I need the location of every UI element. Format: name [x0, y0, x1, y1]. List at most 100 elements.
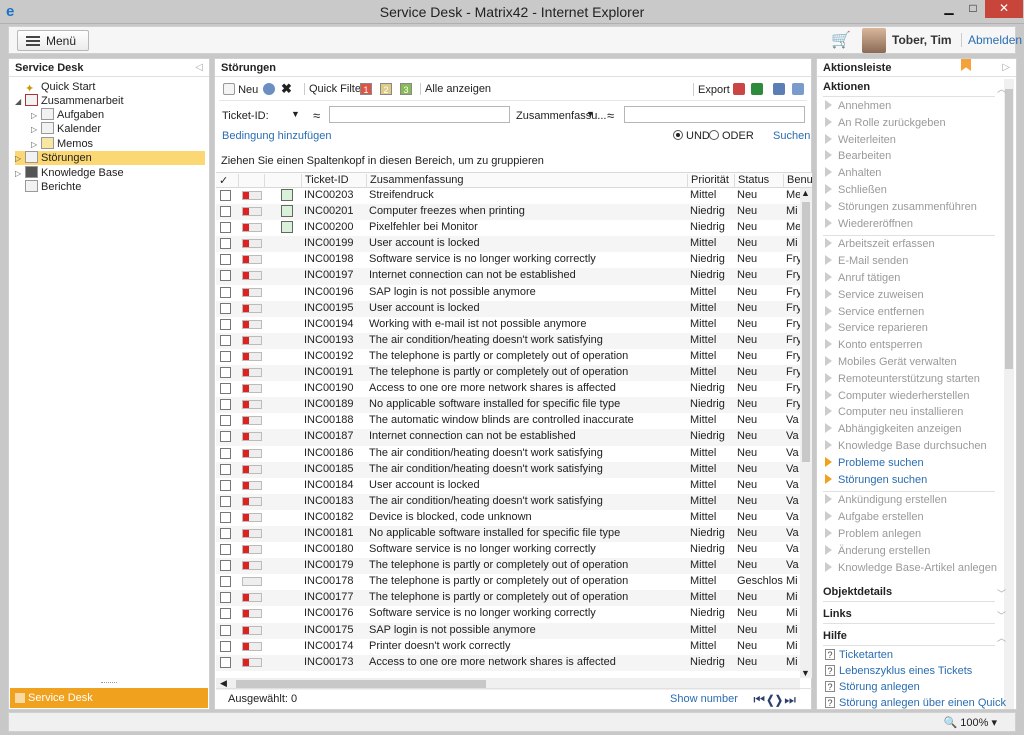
tree-item-quick-start[interactable]: ✦ Quick Start	[15, 80, 95, 95]
table-row[interactable]: INC00173 Access to one ore more network s…	[216, 654, 800, 671]
logout-link[interactable]: Abmelden	[961, 33, 1022, 47]
action-item[interactable]: Knowledge Base durchsuchen	[825, 440, 987, 452]
row-checkbox[interactable]	[220, 399, 231, 411]
row-checkbox[interactable]	[220, 511, 231, 523]
table-row[interactable]: INC00195 User account is locked Mittel Neu F…	[216, 300, 800, 317]
action-item[interactable]: Remoteunterstützung starten	[825, 372, 980, 385]
maximize-button[interactable]: □	[962, 0, 984, 18]
chevron-up-icon[interactable]: ︿	[997, 631, 1006, 644]
zoom-control[interactable]: 🔍 100% ▾	[944, 716, 998, 729]
new-button[interactable]: Neu	[223, 83, 258, 96]
layout-button[interactable]	[773, 83, 785, 96]
row-checkbox[interactable]	[220, 592, 231, 604]
help-section-title[interactable]: Hilfe	[823, 630, 847, 642]
ticket-id-input[interactable]	[329, 106, 510, 123]
tree-item-knowledge-base[interactable]: ▷ Knowledge Base	[15, 166, 124, 180]
menu-button[interactable]: Menü	[17, 30, 89, 51]
priority-indicator-column[interactable]	[238, 174, 264, 188]
grid-horizontal-scroll-thumb[interactable]	[236, 680, 486, 688]
shopping-cart-icon[interactable]: 🛒	[831, 30, 853, 50]
action-item[interactable]: Annehmen	[825, 100, 891, 112]
action-item[interactable]: Computer neu installieren	[825, 406, 963, 418]
chevron-down-icon[interactable]: ﹀	[997, 609, 1006, 622]
table-row[interactable]: INC00185 The air condition/heating doesn'…	[216, 461, 800, 478]
table-row[interactable]: INC00177 The telephone is partly or compl…	[216, 590, 800, 607]
row-checkbox[interactable]	[220, 415, 231, 427]
note-column[interactable]	[264, 174, 284, 188]
row-checkbox[interactable]	[220, 238, 231, 250]
or-radio[interactable]: ODER	[709, 130, 754, 142]
summary-operator[interactable]: ≈	[607, 108, 614, 123]
action-item[interactable]: Anruf tätigen	[825, 272, 900, 284]
action-item[interactable]: Arbeitszeit erfassen	[825, 238, 935, 250]
help-link[interactable]: ? Störung anlegen über einen Quick	[825, 697, 1006, 709]
action-item[interactable]: Knowledge Base-Artikel anlegen	[825, 561, 997, 574]
splitter-grip[interactable]	[101, 682, 117, 686]
row-checkbox[interactable]	[220, 350, 231, 362]
column-priority[interactable]: Priorität	[687, 174, 735, 188]
service-desk-footer-button[interactable]: Service Desk	[10, 688, 208, 708]
action-item[interactable]: Probleme suchen	[825, 456, 924, 469]
chevron-up-icon[interactable]: ︿	[997, 82, 1006, 95]
table-row[interactable]: INC00182 Device is blocked, code unknown M…	[216, 510, 800, 526]
table-row[interactable]: INC00186 The air condition/heating doesn'…	[216, 446, 800, 462]
action-item[interactable]: Abhängigkeiten anzeigen	[825, 423, 962, 435]
table-row[interactable]: INC00178 The telephone is partly or compl…	[216, 574, 800, 590]
row-checkbox[interactable]	[220, 190, 231, 201]
actions-section-title[interactable]: Aktionen	[823, 81, 870, 93]
row-checkbox[interactable]	[220, 544, 231, 556]
action-bar-scroll-thumb[interactable]	[1005, 89, 1013, 369]
select-all-column[interactable]: ✓	[216, 174, 238, 188]
scroll-up-icon[interactable]: ▲	[801, 188, 810, 198]
first-page-icon[interactable]: ⏮	[753, 692, 767, 707]
action-item[interactable]: Service zuweisen	[825, 288, 924, 301]
table-row[interactable]: INC00197 Internet connection can not be e…	[216, 268, 800, 285]
excel-export-button[interactable]	[751, 83, 763, 96]
table-row[interactable]: INC00184 User account is locked Mittel Neu V…	[216, 478, 800, 494]
action-item[interactable]: Computer wiederherstellen	[825, 389, 969, 402]
table-row[interactable]: INC00176 Software service is no longer wo…	[216, 606, 800, 622]
table-row[interactable]: INC00189 No applicable software installed…	[216, 397, 800, 414]
ticket-field-dropdown[interactable]: ▼	[291, 109, 300, 119]
help-link[interactable]: ? Störung anlegen	[825, 681, 920, 693]
collapse-left-icon[interactable]: ◁	[195, 62, 203, 73]
user-avatar[interactable]	[862, 28, 886, 53]
action-item[interactable]: Mobiles Gerät verwalten	[825, 356, 957, 368]
row-checkbox[interactable]	[220, 383, 231, 395]
row-checkbox[interactable]	[220, 286, 231, 298]
action-item[interactable]: Service entfernen	[825, 305, 924, 318]
minimize-button[interactable]: ▁	[938, 0, 960, 18]
action-item[interactable]: Problem anlegen	[825, 528, 921, 540]
summary-field-dropdown[interactable]: ▼	[586, 109, 595, 119]
row-checkbox[interactable]	[220, 254, 231, 266]
export-button[interactable]: Export	[693, 83, 745, 96]
table-row[interactable]: INC00183 The air condition/heating doesn'…	[216, 493, 800, 510]
row-checkbox[interactable]	[220, 624, 231, 636]
chevron-down-icon[interactable]: ﹀	[997, 587, 1006, 600]
row-checkbox[interactable]	[220, 334, 231, 346]
action-item[interactable]: Weiterleiten	[825, 133, 896, 146]
action-item[interactable]: Service reparieren	[825, 322, 928, 334]
help-link[interactable]: ? Ticketarten	[825, 649, 893, 661]
zoom-dropdown-icon[interactable]: ▾	[991, 717, 997, 729]
tree-item-aufgaben[interactable]: ▷ Aufgaben	[31, 108, 104, 122]
row-checkbox[interactable]	[220, 495, 231, 507]
table-row[interactable]: INC00192 The telephone is partly or compl…	[216, 349, 800, 365]
help-link[interactable]: ? Lebenszyklus eines Tickets	[825, 665, 972, 677]
table-row[interactable]: INC00201 Computer freezes when printing Ni…	[216, 204, 800, 221]
action-item[interactable]: Anhalten	[825, 167, 881, 179]
table-row[interactable]: INC00194 Working with e-mail ist not poss…	[216, 317, 800, 333]
action-item[interactable]: An Rolle zurückgeben	[825, 116, 946, 129]
column-status[interactable]: Status	[734, 174, 784, 188]
table-row[interactable]: INC00180 Software service is no longer wo…	[216, 542, 800, 558]
add-condition-link[interactable]: Bedingung hinzufügen	[222, 130, 331, 142]
table-row[interactable]: INC00181 No applicable software installed…	[216, 525, 800, 543]
table-row[interactable]: INC00188 The automatic window blinds are …	[216, 413, 800, 429]
close-window-button[interactable]: ✕	[985, 0, 1023, 18]
table-row[interactable]: INC00187 Internet connection can not be e…	[216, 429, 800, 446]
row-checkbox[interactable]	[220, 367, 231, 379]
action-item[interactable]: Störungen zusammenführen	[825, 200, 977, 213]
summary-input[interactable]	[624, 106, 805, 123]
row-checkbox[interactable]	[220, 656, 231, 668]
table-row[interactable]: INC00190 Access to one ore more network s…	[216, 381, 800, 397]
